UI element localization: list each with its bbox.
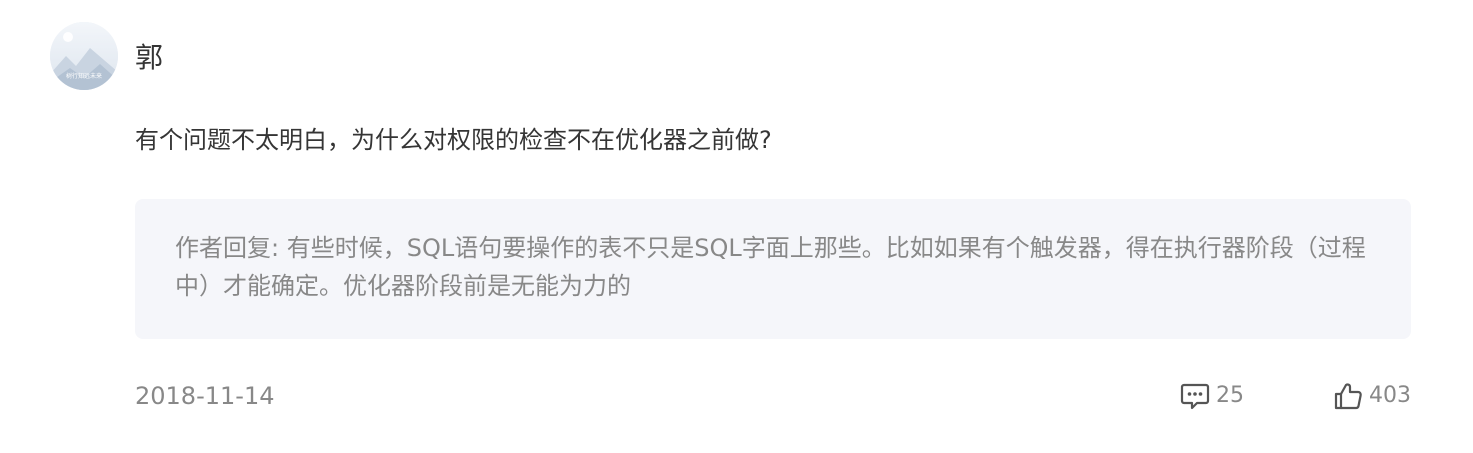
comment-bubble-icon <box>1180 383 1210 410</box>
avatar[interactable]: 树行知远未来 <box>50 22 118 90</box>
avatar-image: 树行知远未来 <box>50 22 118 90</box>
like-count: 403 <box>1369 383 1411 408</box>
comment-footer: 2018-11-14 25 403 <box>135 376 1411 416</box>
username[interactable]: 郭 <box>135 38 163 78</box>
author-reply-text: 作者回复: 有些时候，SQL语句要操作的表不只是SQL字面上那些。比如如果有个触… <box>175 234 1366 300</box>
avatar-caption: 树行知远未来 <box>66 72 102 80</box>
like-button[interactable]: 403 <box>1333 380 1411 412</box>
author-reply: 作者回复: 有些时候，SQL语句要操作的表不只是SQL字面上那些。比如如果有个触… <box>135 199 1411 339</box>
comment-item: 树行知远未来 郭 有个问题不太明白，为什么对权限的检查不在优化器之前做? 作者回… <box>0 0 1473 453</box>
comment-date: 2018-11-14 <box>135 382 275 410</box>
reply-button[interactable]: 25 <box>1180 380 1244 412</box>
thumbs-up-icon <box>1334 383 1362 410</box>
comment-count: 25 <box>1216 383 1244 408</box>
comment-content: 有个问题不太明白，为什么对权限的检查不在优化器之前做? <box>135 126 772 154</box>
